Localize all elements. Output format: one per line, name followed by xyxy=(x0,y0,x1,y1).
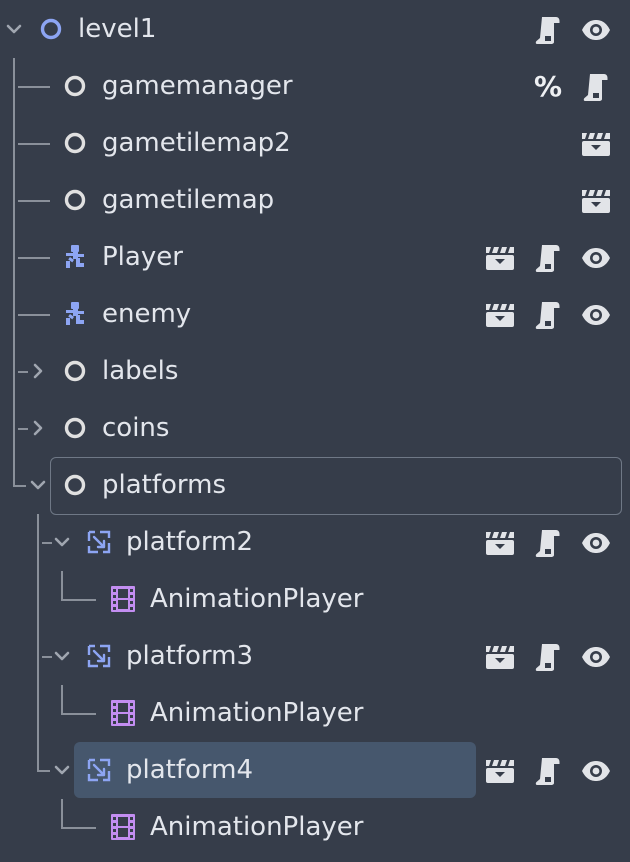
node-label: coins xyxy=(102,413,170,443)
node-circle-icon xyxy=(62,130,88,156)
instanced-scene-clapper-icon[interactable] xyxy=(576,124,616,164)
expand-arrow-icon[interactable] xyxy=(28,418,48,438)
node-label: enemy xyxy=(102,299,192,329)
node-action-buttons xyxy=(472,286,616,343)
collapse-arrow-icon[interactable] xyxy=(52,646,72,666)
script-icon[interactable] xyxy=(528,238,568,278)
script-icon[interactable] xyxy=(528,10,568,50)
script-icon[interactable] xyxy=(576,67,616,107)
node-circle-icon xyxy=(62,472,88,498)
node-coins-row[interactable]: coins xyxy=(0,400,630,457)
node-label: AnimationPlayer xyxy=(150,584,364,614)
animation-player-icon xyxy=(110,814,136,840)
visibility-eye-icon[interactable] xyxy=(576,523,616,563)
animatable-body-icon xyxy=(86,757,112,783)
node-circle-icon xyxy=(62,358,88,384)
animatable-body-icon xyxy=(86,529,112,555)
node-platforms-row[interactable]: platforms xyxy=(0,457,630,515)
collapse-arrow-icon[interactable] xyxy=(52,532,72,552)
node-label: level1 xyxy=(78,14,157,44)
collapse-arrow-icon[interactable] xyxy=(52,760,72,780)
node-label: gamemanager xyxy=(102,71,293,101)
node-circle-icon xyxy=(62,415,88,441)
node-player-row[interactable]: Player xyxy=(0,229,630,286)
node-circle-icon xyxy=(62,73,88,99)
node-platform3-row[interactable]: platform3 xyxy=(0,628,630,685)
animation-player-icon xyxy=(110,586,136,612)
unique-name-percent-icon[interactable]: % xyxy=(528,67,568,107)
node-platform4-animationplayer-row[interactable]: AnimationPlayer xyxy=(0,799,630,856)
expand-arrow-icon[interactable] xyxy=(28,361,48,381)
node-label: labels xyxy=(102,356,179,386)
node-action-buttons xyxy=(472,514,616,571)
collapse-arrow-icon[interactable] xyxy=(4,19,24,39)
visibility-eye-icon[interactable] xyxy=(576,637,616,677)
node-label: gametilemap xyxy=(102,185,275,215)
instanced-scene-clapper-icon[interactable] xyxy=(480,751,520,791)
animation-player-icon xyxy=(110,700,136,726)
visibility-eye-icon[interactable] xyxy=(576,751,616,791)
node-label: platform4 xyxy=(126,755,254,785)
node-action-buttons xyxy=(472,628,616,685)
instanced-scene-clapper-icon[interactable] xyxy=(480,238,520,278)
visibility-eye-icon[interactable] xyxy=(576,238,616,278)
character-body-icon xyxy=(62,244,88,270)
node-circle-icon xyxy=(62,187,88,213)
node-label: platform3 xyxy=(126,641,254,671)
node-label: Player xyxy=(102,242,183,272)
instanced-scene-clapper-icon[interactable] xyxy=(480,523,520,563)
unique-name-percent-text: % xyxy=(533,70,563,103)
node-circle-icon xyxy=(38,16,64,42)
instanced-scene-clapper-icon[interactable] xyxy=(480,637,520,677)
node-level1-row[interactable]: level1 xyxy=(0,1,630,58)
node-label: platforms xyxy=(102,470,227,500)
node-platform3-animationplayer-row[interactable]: AnimationPlayer xyxy=(0,685,630,742)
node-enemy-row[interactable]: enemy xyxy=(0,286,630,343)
node-platform2-row[interactable]: platform2 xyxy=(0,514,630,571)
character-body-icon xyxy=(62,301,88,327)
collapse-arrow-icon[interactable] xyxy=(28,475,48,495)
scene-tree: level1 gamemanager% gametilemap2 gametilema… xyxy=(0,0,630,862)
node-action-buttons xyxy=(568,172,616,229)
node-action-buttons xyxy=(472,742,616,799)
node-label: gametilemap2 xyxy=(102,128,291,158)
node-action-buttons xyxy=(472,229,616,286)
script-icon[interactable] xyxy=(528,295,568,335)
instanced-scene-clapper-icon[interactable] xyxy=(480,295,520,335)
node-action-buttons xyxy=(568,115,616,172)
node-gamemanager-row[interactable]: gamemanager% xyxy=(0,58,630,115)
node-gametilemap2-row[interactable]: gametilemap2 xyxy=(0,115,630,172)
node-action-buttons: % xyxy=(520,58,616,115)
node-platform4-row[interactable]: platform4 xyxy=(0,742,630,799)
script-icon[interactable] xyxy=(528,637,568,677)
node-action-buttons xyxy=(520,1,616,58)
node-platform2-animationplayer-row[interactable]: AnimationPlayer xyxy=(0,571,630,628)
animatable-body-icon xyxy=(86,643,112,669)
node-labels-row[interactable]: labels xyxy=(0,343,630,400)
node-label: platform2 xyxy=(126,527,254,557)
node-gametilemap-row[interactable]: gametilemap xyxy=(0,172,630,229)
visibility-eye-icon[interactable] xyxy=(576,10,616,50)
node-label: AnimationPlayer xyxy=(150,812,364,842)
instanced-scene-clapper-icon[interactable] xyxy=(576,181,616,221)
script-icon[interactable] xyxy=(528,523,568,563)
script-icon[interactable] xyxy=(528,751,568,791)
node-label: AnimationPlayer xyxy=(150,698,364,728)
visibility-eye-icon[interactable] xyxy=(576,295,616,335)
